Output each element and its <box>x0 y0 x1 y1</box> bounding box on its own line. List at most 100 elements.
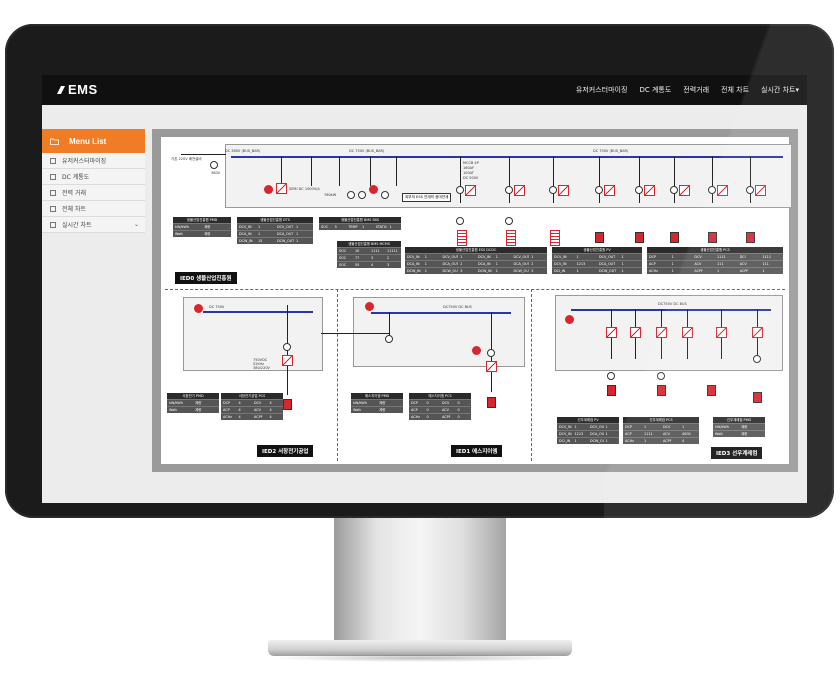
table-cell: DCA_OUT <box>442 262 459 266</box>
menu-list-header[interactable]: Menu List <box>42 129 145 153</box>
table-row: kW/kWh 계량 <box>351 399 403 406</box>
top-nav: 유저커스터마이징 DC 계통도 전력거래 전체 차트 실시간 차트▾ <box>576 85 799 95</box>
table-cell: ACPF <box>663 439 672 443</box>
table-cell: 3 <box>460 269 463 273</box>
table-cell: 0 <box>426 408 429 412</box>
sidebar-item-all-charts[interactable]: 전체 차트 <box>42 201 145 217</box>
table-cell: DCP <box>649 255 657 259</box>
table-row: DCW_IN 1 DCW_OUT 3 DCW_IN 1 DCW_OUT 3 <box>405 267 547 274</box>
table-cell: DCV_IN <box>478 255 491 259</box>
alarm-icon <box>365 302 374 311</box>
table-row: DCA_IN 1 DCA_OUT 2 DCA_IN 1 DCA_OUT 2 <box>405 260 547 267</box>
table-cell: DCV_OUT <box>590 425 604 429</box>
nav-item-realtime-chart[interactable]: 실시간 차트▾ <box>761 85 799 95</box>
table-cell: DCI <box>739 255 746 259</box>
sidebar-item-user-custom[interactable]: 유저커스터마이징 <box>42 153 145 169</box>
chevron-down-icon[interactable]: ⌄ <box>134 221 139 228</box>
table-cell: 4 <box>371 263 374 267</box>
table-cell: 1 <box>576 255 579 259</box>
sidebar-item-power-trade[interactable]: 전력 거래 <box>42 185 145 201</box>
converter-icon <box>465 185 476 196</box>
table-cell: 1 <box>258 225 261 229</box>
table-row: kW/kWh 계량 <box>167 399 219 406</box>
notice-box: 외부의 ESS 연계의 광대연계 <box>402 193 452 202</box>
table-row: DCP 1 DCV 1 <box>623 423 699 430</box>
zone-divider <box>165 289 785 290</box>
table-cell: DCP <box>625 425 633 429</box>
alarm-icon <box>369 185 378 194</box>
table-cell: DCV_IN <box>554 255 567 259</box>
nav-item-power-trade[interactable]: 전력거래 <box>683 85 709 95</box>
breaker-icon <box>607 372 615 380</box>
table-cell: 0 <box>457 415 460 419</box>
table-cell: 1 <box>671 269 674 273</box>
table-cell: Watt <box>353 408 361 412</box>
sidebar-item-label: 유저커스터마이징 <box>62 158 107 165</box>
breaker-icon <box>358 191 366 199</box>
spec-text: 160AF <box>463 166 475 170</box>
breaker-icon <box>746 186 754 194</box>
table-cell: ACPF <box>254 415 263 419</box>
ied2-dc-bus <box>203 311 313 313</box>
table-cell: DCW_OUT <box>599 269 617 273</box>
battery-icon <box>670 232 679 243</box>
table-cell: kW/kWh <box>715 425 729 429</box>
table-cell: ACV <box>442 408 449 412</box>
breaker-icon <box>456 217 464 225</box>
table-pmd3: 선우계레컴 PMD kW/kWh 계량 Watt 계량 <box>713 417 765 437</box>
bus-left-label: DC 380V (BUS_BAR) <box>225 149 261 153</box>
table-cell: 1 <box>258 232 261 236</box>
table-bms2: 생물산업진흥원 BMS MCMS SOC 10 1111 11111 SOC 77 3 2 … <box>337 241 401 268</box>
converter-label: SEMI DC 1000V/A <box>289 187 320 191</box>
table-cell: DCV <box>254 401 262 405</box>
sidebar-item-realtime-chart[interactable]: 실시간 차트 ⌄ <box>42 217 145 233</box>
table-row: Watt 계량 <box>167 406 219 413</box>
table-cell: DCV <box>442 401 450 405</box>
table-cell: ACHz <box>625 439 634 443</box>
table-cell: DCW_IN <box>478 269 492 273</box>
table-cell: 1 <box>605 432 608 436</box>
table-row: SOC 77 3 2 <box>337 254 401 261</box>
table-cell: 1 <box>605 439 608 443</box>
table-cell: 1 <box>717 269 720 273</box>
table-cell: DCV <box>694 255 702 259</box>
table-cell: 55 <box>355 263 360 267</box>
table-cell: 2 <box>460 262 463 266</box>
stand-shadow <box>270 654 570 662</box>
table-cell: 4000 <box>682 432 691 436</box>
feed-line <box>181 154 226 155</box>
pv-panel-icon <box>707 385 716 396</box>
table-cell: 계량 <box>195 408 202 412</box>
table-row: SOC 5 TEMP 1 STATUS 1 <box>319 223 401 230</box>
sidebar-item-dc-diagram[interactable]: DC 계통도 <box>42 169 145 185</box>
converter-icon <box>656 327 667 338</box>
table-cell: 0 <box>426 415 429 419</box>
table-cell: 1 <box>424 269 427 273</box>
table-bms: 생물산업진흥원 BMS SBS SOC 5 TEMP 1 STATUS 1 <box>319 217 401 230</box>
converter-icon <box>752 327 763 338</box>
table-cell: 계량 <box>195 401 202 405</box>
table-cell: DCA_OUT <box>590 432 604 436</box>
converter-icon <box>682 327 693 338</box>
table-row: DCI_IN 1 DCW_OUT 1 <box>552 267 642 274</box>
feeder-line <box>460 156 461 203</box>
table-pmd0: 생물산업진흥원 PMD kW/kWh 계량 Watt 계량 <box>173 217 231 237</box>
table-row: DCV_IN1DCV_OUT1 <box>557 423 619 430</box>
nav-item-all-charts[interactable]: 전체 차트 <box>721 85 749 95</box>
table-cell: ACV <box>663 432 670 436</box>
table-ess: 생물산업진흥원 ESS DCDC DCV_IN 1 DCV_OUT 1 DCV_IN 1 D… <box>405 247 547 274</box>
nav-item-dc-diagram[interactable]: DC 계통도 <box>639 85 671 95</box>
monitor-bezel: EMS 유저커스터마이징 DC 계통도 전력거래 전체 차트 실시간 차트▾ M… <box>5 24 834 518</box>
table-cell: 계량 <box>741 432 748 436</box>
table-cell: SOC <box>339 263 347 267</box>
ied2-spec: 750VDC 52kHz 380/220V <box>253 358 270 370</box>
breaker-icon <box>505 186 513 194</box>
folder-icon <box>50 138 59 145</box>
nav-item-user-custom[interactable]: 유저커스터마이징 <box>576 85 628 95</box>
converter-icon <box>282 355 293 366</box>
feeder-line <box>339 156 340 186</box>
spec-text: DC 500V <box>463 176 479 180</box>
table-cell: DCI_IN <box>559 439 571 443</box>
pv-panel-icon <box>657 385 666 396</box>
app-logo[interactable]: EMS <box>56 82 98 97</box>
